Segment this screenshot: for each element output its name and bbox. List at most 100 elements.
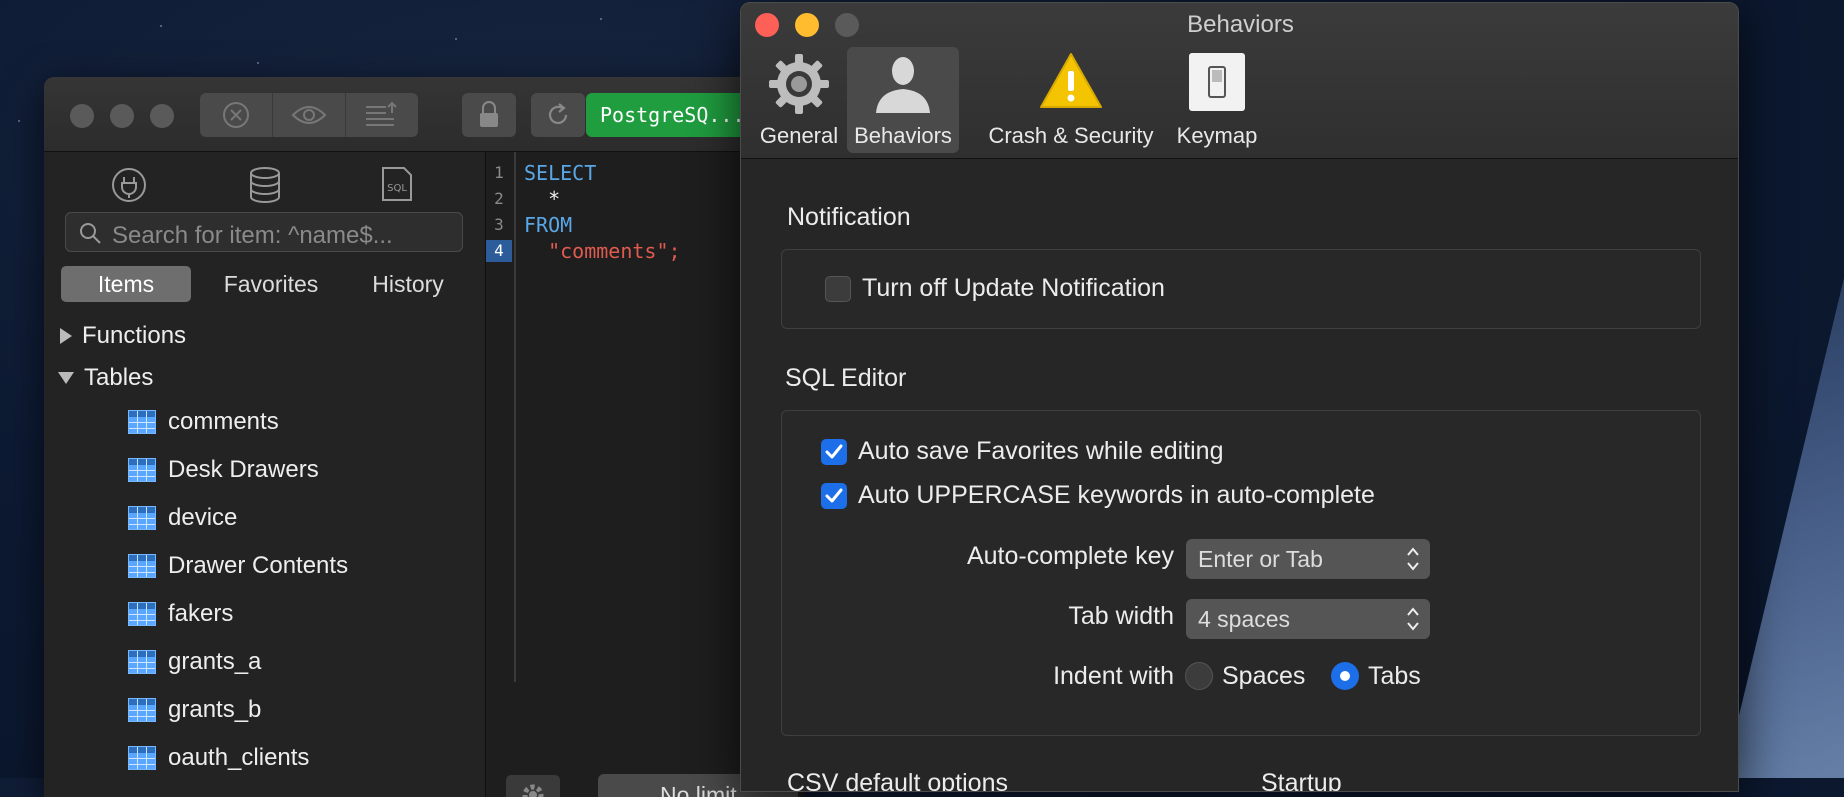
gear-icon xyxy=(769,54,829,114)
code-line: FROM xyxy=(524,213,573,237)
table-name: Drawer Contents xyxy=(168,552,349,579)
indent-spaces-label: Spaces xyxy=(1222,662,1306,690)
indent-tabs-label: Tabs xyxy=(1368,662,1421,690)
tab-label: Crash & Security xyxy=(988,123,1154,148)
table-icon xyxy=(128,506,156,530)
plug-icon[interactable] xyxy=(110,166,148,209)
turn-off-update-checkbox[interactable] xyxy=(825,276,851,302)
auto-uppercase-checkbox[interactable] xyxy=(821,483,847,509)
tab-width-label: Tab width xyxy=(1068,602,1174,630)
lock-button[interactable] xyxy=(462,93,516,137)
tab-label: General xyxy=(759,123,839,148)
zoom-button[interactable] xyxy=(150,104,174,128)
tab-behaviors[interactable]: Behaviors xyxy=(847,47,959,153)
table-icon xyxy=(128,410,156,434)
tree-item-tables[interactable]: Tables xyxy=(58,364,153,392)
checkmark-icon xyxy=(825,488,843,503)
table-name: comments xyxy=(168,408,279,435)
tree-item-functions[interactable]: Functions xyxy=(60,322,186,350)
close-circle-icon xyxy=(223,102,249,128)
minimize-button[interactable] xyxy=(110,104,134,128)
table-icon xyxy=(128,650,156,674)
tree-item-label: Functions xyxy=(82,322,187,349)
sql-editor-group: Auto save Favorites while editing Auto U… xyxy=(781,410,1701,736)
section-title-sql-editor: SQL Editor xyxy=(785,364,907,392)
table-item[interactable]: oauth_clients xyxy=(128,744,309,772)
sidebar-search-input[interactable]: Search for item: ^name$... xyxy=(65,212,463,252)
turn-off-update-label: Turn off Update Notification xyxy=(862,274,1165,302)
lock-icon xyxy=(480,101,498,127)
table-icon xyxy=(128,698,156,722)
autocomplete-key-label: Auto-complete key xyxy=(966,542,1174,570)
table-name: device xyxy=(168,504,238,531)
table-item[interactable]: grants_b xyxy=(128,696,261,724)
table-icon xyxy=(128,602,156,626)
refresh-button[interactable] xyxy=(531,93,585,137)
line-gutter: 1 2 3 4 xyxy=(486,152,516,682)
table-icon xyxy=(128,746,156,770)
autocomplete-key-select[interactable]: Enter or Tab xyxy=(1186,539,1430,579)
tab-width-select[interactable]: 4 spaces xyxy=(1186,599,1430,639)
updown-chevron-icon xyxy=(1407,547,1419,571)
sidebar-tabs: Items Favorites History xyxy=(61,266,481,302)
database-icon[interactable] xyxy=(248,166,282,209)
search-placeholder: Search for item: ^name$... xyxy=(112,222,393,249)
indent-spaces-radio[interactable] xyxy=(1185,662,1213,690)
table-item[interactable]: Drawer Contents xyxy=(128,552,348,580)
table-icon xyxy=(128,458,156,482)
code-line: "comments"; xyxy=(524,239,681,263)
search-icon xyxy=(80,223,101,244)
tab-history[interactable]: History xyxy=(343,266,473,302)
tab-general[interactable]: General xyxy=(751,47,847,153)
close-button[interactable] xyxy=(70,104,94,128)
indent-with-label: Indent with xyxy=(1053,662,1174,690)
editor-settings-button[interactable] xyxy=(506,775,560,797)
preferences-window: Behaviors General Behaviors Crash & Secu… xyxy=(740,2,1739,792)
section-title-startup: Startup xyxy=(1261,769,1342,792)
table-item[interactable]: Desk Drawers xyxy=(128,456,319,484)
sql-icon[interactable]: SQL xyxy=(380,166,414,207)
tab-label: Keymap xyxy=(1176,123,1258,148)
tab-label: Behaviors xyxy=(854,123,952,148)
disclosure-right-icon xyxy=(60,328,72,344)
tab-keymap[interactable]: Keymap xyxy=(1169,47,1265,153)
preferences-toolbar: Behaviors General Behaviors Crash & Secu… xyxy=(741,3,1738,159)
section-title-notification: Notification xyxy=(787,203,911,231)
code-line: * xyxy=(524,187,561,211)
checkmark-icon xyxy=(825,444,843,459)
sidebar: SQL Search for item: ^name$... Items Fav… xyxy=(44,152,486,797)
table-item[interactable]: device xyxy=(128,504,237,532)
table-name: oauth_clients xyxy=(168,744,310,771)
line-number: 3 xyxy=(494,215,504,234)
svg-text:SQL: SQL xyxy=(387,183,407,194)
auto-save-favorites-checkbox[interactable] xyxy=(821,439,847,465)
updown-chevron-icon xyxy=(1407,607,1419,631)
tab-items[interactable]: Items xyxy=(61,266,191,302)
tableplus-main-window: PostgreSQ... SQL Search for item: ^name$… xyxy=(44,77,804,797)
table-name: grants_a xyxy=(168,648,262,675)
toolbar-group-actions xyxy=(200,93,418,137)
close-connection-button[interactable] xyxy=(200,93,273,137)
table-icon xyxy=(128,554,156,578)
select-value: Enter or Tab xyxy=(1198,546,1323,572)
disclosure-down-icon xyxy=(58,372,74,384)
tab-favorites[interactable]: Favorites xyxy=(206,266,336,302)
table-name: fakers xyxy=(168,600,234,627)
eye-icon xyxy=(291,106,327,124)
table-item[interactable]: grants_a xyxy=(128,648,261,676)
table-item[interactable]: fakers xyxy=(128,600,233,628)
line-number: 1 xyxy=(494,163,504,182)
code-line: SELECT xyxy=(524,161,597,185)
refresh-icon xyxy=(548,103,568,124)
indent-tabs-radio[interactable] xyxy=(1331,662,1359,690)
export-button[interactable] xyxy=(346,93,418,137)
preview-button[interactable] xyxy=(273,93,346,137)
table-item[interactable]: comments xyxy=(128,408,279,436)
auto-uppercase-label: Auto UPPERCASE keywords in auto-complete xyxy=(858,481,1375,509)
window-title: Behaviors xyxy=(1187,11,1294,38)
tab-crash-security[interactable]: Crash & Security xyxy=(973,47,1169,153)
section-title-csv: CSV default options xyxy=(787,769,1008,792)
person-icon xyxy=(876,57,930,113)
warning-icon xyxy=(1040,53,1102,108)
list-export-icon xyxy=(366,101,397,126)
